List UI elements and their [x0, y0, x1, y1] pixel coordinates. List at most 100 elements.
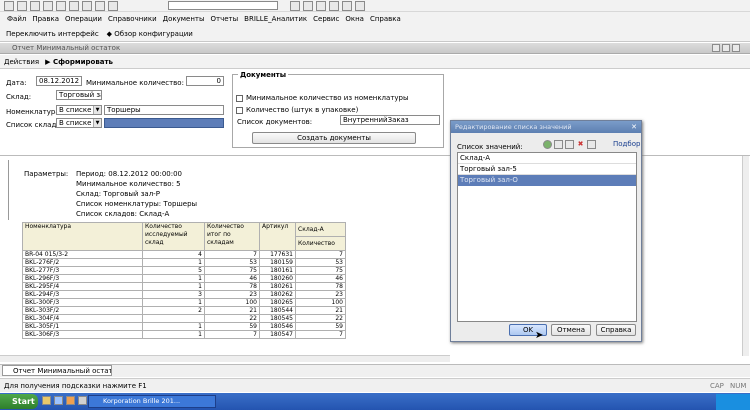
table-row: BKL-300F/3 1 100 180265 100	[22, 298, 346, 307]
nomenclature-mode-select[interactable]: В списке ▼	[56, 105, 102, 115]
hdr-article: Артикул	[259, 222, 296, 251]
date-label: Дата:	[6, 79, 27, 87]
table-cell: 180161	[259, 266, 296, 275]
config-overview-button[interactable]: ◆ Обзор конфигурации	[107, 30, 193, 38]
table-cell: 100	[295, 298, 346, 307]
min-qty-checkbox-row[interactable]: Минимальное количество из номенклатуры	[236, 94, 409, 102]
qty-pack-checkbox-row[interactable]: Количество (штук в упаковке)	[236, 106, 358, 114]
table-cell: 180260	[259, 274, 296, 283]
date-field[interactable]: 08.12.2012	[36, 76, 82, 86]
close-icon[interactable]: ✕	[630, 123, 638, 131]
copy-icon[interactable]	[56, 1, 66, 11]
edit-icon[interactable]	[565, 140, 574, 149]
min-qty-checkbox[interactable]	[236, 94, 243, 102]
cut-icon[interactable]	[43, 1, 53, 11]
add-icon[interactable]	[543, 140, 552, 149]
table-cell: 46	[295, 274, 346, 283]
warehouse-field[interactable]: Торговый зал-Р	[56, 90, 102, 100]
table-cell: 180262	[259, 290, 296, 299]
pick-button[interactable]: Подбор	[613, 140, 640, 148]
table-cell: 180547	[259, 330, 296, 339]
menu-item[interactable]: Окна	[342, 15, 367, 23]
desktop-icon[interactable]	[78, 396, 87, 405]
generate-button[interactable]: ▶ Сформировать	[45, 58, 113, 66]
undo-icon[interactable]	[82, 1, 92, 11]
menu-item[interactable]: BRILLE_Аналитик	[241, 15, 310, 23]
close-icon[interactable]	[732, 44, 740, 52]
window-title: Отчет Минимальный остаток	[0, 43, 750, 54]
find-icon[interactable]	[108, 1, 118, 11]
menu-item[interactable]: Правка	[29, 15, 62, 23]
min-qty-field[interactable]: 0	[186, 76, 224, 86]
menu-item[interactable]: Справка	[367, 15, 404, 23]
create-docs-button[interactable]: Создать документы	[252, 132, 416, 144]
open-icon[interactable]	[17, 1, 27, 11]
help-button[interactable]: Справка	[596, 324, 636, 336]
table-cell: BKL-295F/4	[22, 282, 143, 291]
switch-interface-button[interactable]: Переключить интерфейс	[6, 30, 99, 38]
table-cell: BKL-276F/2	[22, 258, 143, 267]
table-cell: 1	[142, 258, 205, 267]
warehouses-list-field[interactable]	[104, 118, 224, 128]
m-minus-icon[interactable]	[342, 1, 352, 11]
calc-icon[interactable]	[303, 1, 313, 11]
menu-item[interactable]: Справочники	[105, 15, 160, 23]
redo-icon[interactable]	[95, 1, 105, 11]
table-cell: 75	[295, 266, 346, 275]
start-button[interactable]: Start	[0, 394, 38, 409]
cancel-button[interactable]: Отмена	[551, 324, 591, 336]
help-icon[interactable]	[355, 1, 365, 11]
table-cell: 1	[142, 282, 205, 291]
vertical-scrollbar[interactable]	[742, 156, 749, 356]
menu-item[interactable]: Файл	[4, 15, 29, 23]
table-cell: 180265	[259, 298, 296, 307]
table-row: BKL-295F/4 1 78 180261 78	[22, 282, 346, 291]
qty-pack-checkbox-label: Количество (штук в упаковке)	[246, 106, 359, 114]
window-tab-report[interactable]: Отчет Минимальный остат...	[2, 365, 112, 376]
menu-item[interactable]: Сервис	[310, 15, 342, 23]
folder-icon[interactable]	[42, 396, 51, 405]
list-item-selected[interactable]: Торговый зал-О	[458, 175, 636, 186]
warehouses-mode-value: В списке	[59, 119, 92, 127]
table-cell: 22	[204, 314, 260, 323]
menu-item[interactable]: Операции	[62, 15, 105, 23]
app-icon[interactable]	[66, 396, 75, 405]
search-icon[interactable]	[290, 1, 300, 11]
doc-list-field[interactable]: ВнутреннийЗаказ	[340, 115, 440, 125]
table-row: BKL-277F/3 5 75 180161 75	[22, 266, 346, 275]
menu-item[interactable]: Документы	[160, 15, 208, 23]
horizontal-scrollbar[interactable]	[0, 355, 450, 362]
values-list[interactable]: Склад-А Торговый зал-5 Торговый зал-О	[457, 152, 637, 322]
table-cell: 78	[295, 282, 346, 291]
list-item[interactable]: Склад-А	[458, 153, 636, 164]
table-cell: 177631	[259, 250, 296, 259]
hdr-qty-wh: Количество исследуемый склад	[142, 222, 205, 251]
paste-icon[interactable]	[69, 1, 79, 11]
status-text: Для получения подсказки нажмите F1	[4, 382, 147, 390]
quick-launch	[42, 396, 87, 405]
copy-icon[interactable]	[554, 140, 563, 149]
list-item[interactable]: Торговый зал-5	[458, 164, 636, 175]
menu-item[interactable]: Отчеты	[208, 15, 242, 23]
documents-group-title: Документы	[238, 71, 289, 79]
taskbar-app-button[interactable]: Korporation Brille 201...	[88, 395, 216, 408]
maximize-icon[interactable]	[722, 44, 730, 52]
minimize-icon[interactable]	[712, 44, 720, 52]
warehouse-label: Склад:	[6, 93, 32, 101]
new-doc-icon[interactable]	[4, 1, 14, 11]
save-icon[interactable]	[30, 1, 40, 11]
dialog-title: Редактирование списка значений	[451, 121, 641, 133]
warehouses-mode-select[interactable]: В списке ▼	[56, 118, 102, 128]
qty-pack-checkbox[interactable]	[236, 106, 243, 114]
delete-icon[interactable]: ✖	[576, 140, 585, 149]
m-plus-icon[interactable]	[329, 1, 339, 11]
nomenclature-value: Торшеры	[107, 106, 141, 114]
nomenclature-field[interactable]: Торшеры	[104, 105, 224, 115]
actions-menu[interactable]: Действия	[4, 58, 39, 66]
search-box[interactable]	[168, 1, 278, 10]
form-toolbar: Действия ▶ Сформировать	[0, 55, 750, 69]
browser-icon[interactable]	[54, 396, 63, 405]
calendar-icon[interactable]	[316, 1, 326, 11]
sort-icon[interactable]	[587, 140, 596, 149]
table-cell: BKL-305F/1	[22, 322, 143, 331]
